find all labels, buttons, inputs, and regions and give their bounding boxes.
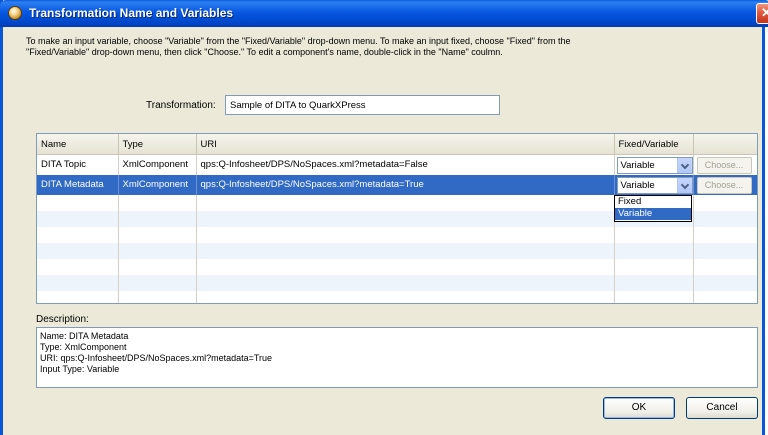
fixed-variable-select[interactable]: Variable bbox=[616, 176, 692, 194]
column-header-type[interactable]: Type bbox=[118, 134, 197, 155]
column-header-choose bbox=[693, 134, 757, 155]
cell-choose: Choose... bbox=[693, 174, 757, 195]
close-icon: ✕ bbox=[761, 5, 768, 20]
window-title: Transformation Name and Variables bbox=[29, 6, 234, 20]
cell-type: XmlComponent bbox=[118, 154, 197, 175]
empty-row bbox=[37, 258, 757, 275]
table-row[interactable]: DITA Topic XmlComponent qps:Q-Infosheet/… bbox=[37, 154, 757, 175]
fixed-variable-value: Variable bbox=[620, 160, 655, 171]
table-row-selected[interactable]: DITA Metadata XmlComponent qps:Q-Infoshe… bbox=[37, 174, 757, 195]
cell-name[interactable]: DITA Metadata bbox=[37, 174, 119, 195]
chevron-down-icon[interactable] bbox=[676, 158, 692, 173]
instructions-line-1: To make an input variable, choose "Varia… bbox=[26, 36, 571, 46]
grid-header-row: Name Type URI Fixed/Variable bbox=[37, 134, 757, 155]
description-line: Input Type: Variable bbox=[40, 364, 120, 374]
dialog-window: Transformation Name and Variables ✕ To m… bbox=[0, 0, 768, 435]
title-bar[interactable]: Transformation Name and Variables ✕ bbox=[0, 0, 768, 27]
column-header-uri[interactable]: URI bbox=[196, 134, 615, 155]
chevron-down-icon[interactable] bbox=[676, 177, 692, 193]
column-header-name[interactable]: Name bbox=[37, 134, 119, 155]
cell-uri: qps:Q-Infosheet/DPS/NoSpaces.xml?metadat… bbox=[196, 174, 615, 195]
empty-row bbox=[37, 274, 757, 291]
fixed-variable-select[interactable]: Variable bbox=[616, 157, 692, 174]
transformation-label: Transformation: bbox=[146, 100, 216, 111]
cell-fixed-variable: Variable bbox=[614, 154, 694, 175]
description-label: Description: bbox=[36, 314, 89, 325]
description-box: Name: DITA Metadata Type: XmlComponent U… bbox=[36, 327, 758, 388]
description-line: URI: qps:Q-Infosheet/DPS/NoSpaces.xml?me… bbox=[40, 353, 273, 363]
instructions-text: To make an input variable, choose "Varia… bbox=[26, 36, 746, 58]
instructions-line-2: "Fixed/Variable" drop-down menu, then cl… bbox=[26, 47, 503, 57]
cancel-button[interactable]: Cancel bbox=[686, 397, 758, 419]
close-button[interactable]: ✕ bbox=[756, 3, 768, 24]
choose-button[interactable]: Choose... bbox=[696, 176, 752, 194]
empty-row bbox=[37, 290, 757, 303]
cell-uri: qps:Q-Infosheet/DPS/NoSpaces.xml?metadat… bbox=[196, 154, 615, 175]
transformation-app-icon bbox=[8, 6, 22, 20]
empty-row bbox=[37, 226, 757, 243]
fixed-variable-dropdown-list[interactable]: Fixed Variable bbox=[614, 195, 692, 222]
fixed-variable-value: Variable bbox=[620, 179, 655, 191]
cell-type: XmlComponent bbox=[118, 174, 197, 195]
empty-row bbox=[37, 242, 757, 259]
transformation-name-input[interactable]: Sample of DITA to QuarkXPress bbox=[225, 95, 500, 115]
cell-name[interactable]: DITA Topic bbox=[37, 154, 119, 175]
description-line: Name: DITA Metadata bbox=[40, 331, 129, 341]
dropdown-option-fixed[interactable]: Fixed bbox=[615, 196, 691, 208]
column-header-fixed-variable[interactable]: Fixed/Variable bbox=[614, 134, 694, 155]
ok-button[interactable]: OK bbox=[603, 397, 675, 419]
cell-fixed-variable: Variable bbox=[614, 174, 694, 195]
choose-button[interactable]: Choose... bbox=[696, 157, 752, 174]
description-line: Type: XmlComponent bbox=[40, 342, 127, 352]
cell-choose: Choose... bbox=[693, 154, 757, 175]
dropdown-option-variable[interactable]: Variable bbox=[615, 208, 691, 220]
